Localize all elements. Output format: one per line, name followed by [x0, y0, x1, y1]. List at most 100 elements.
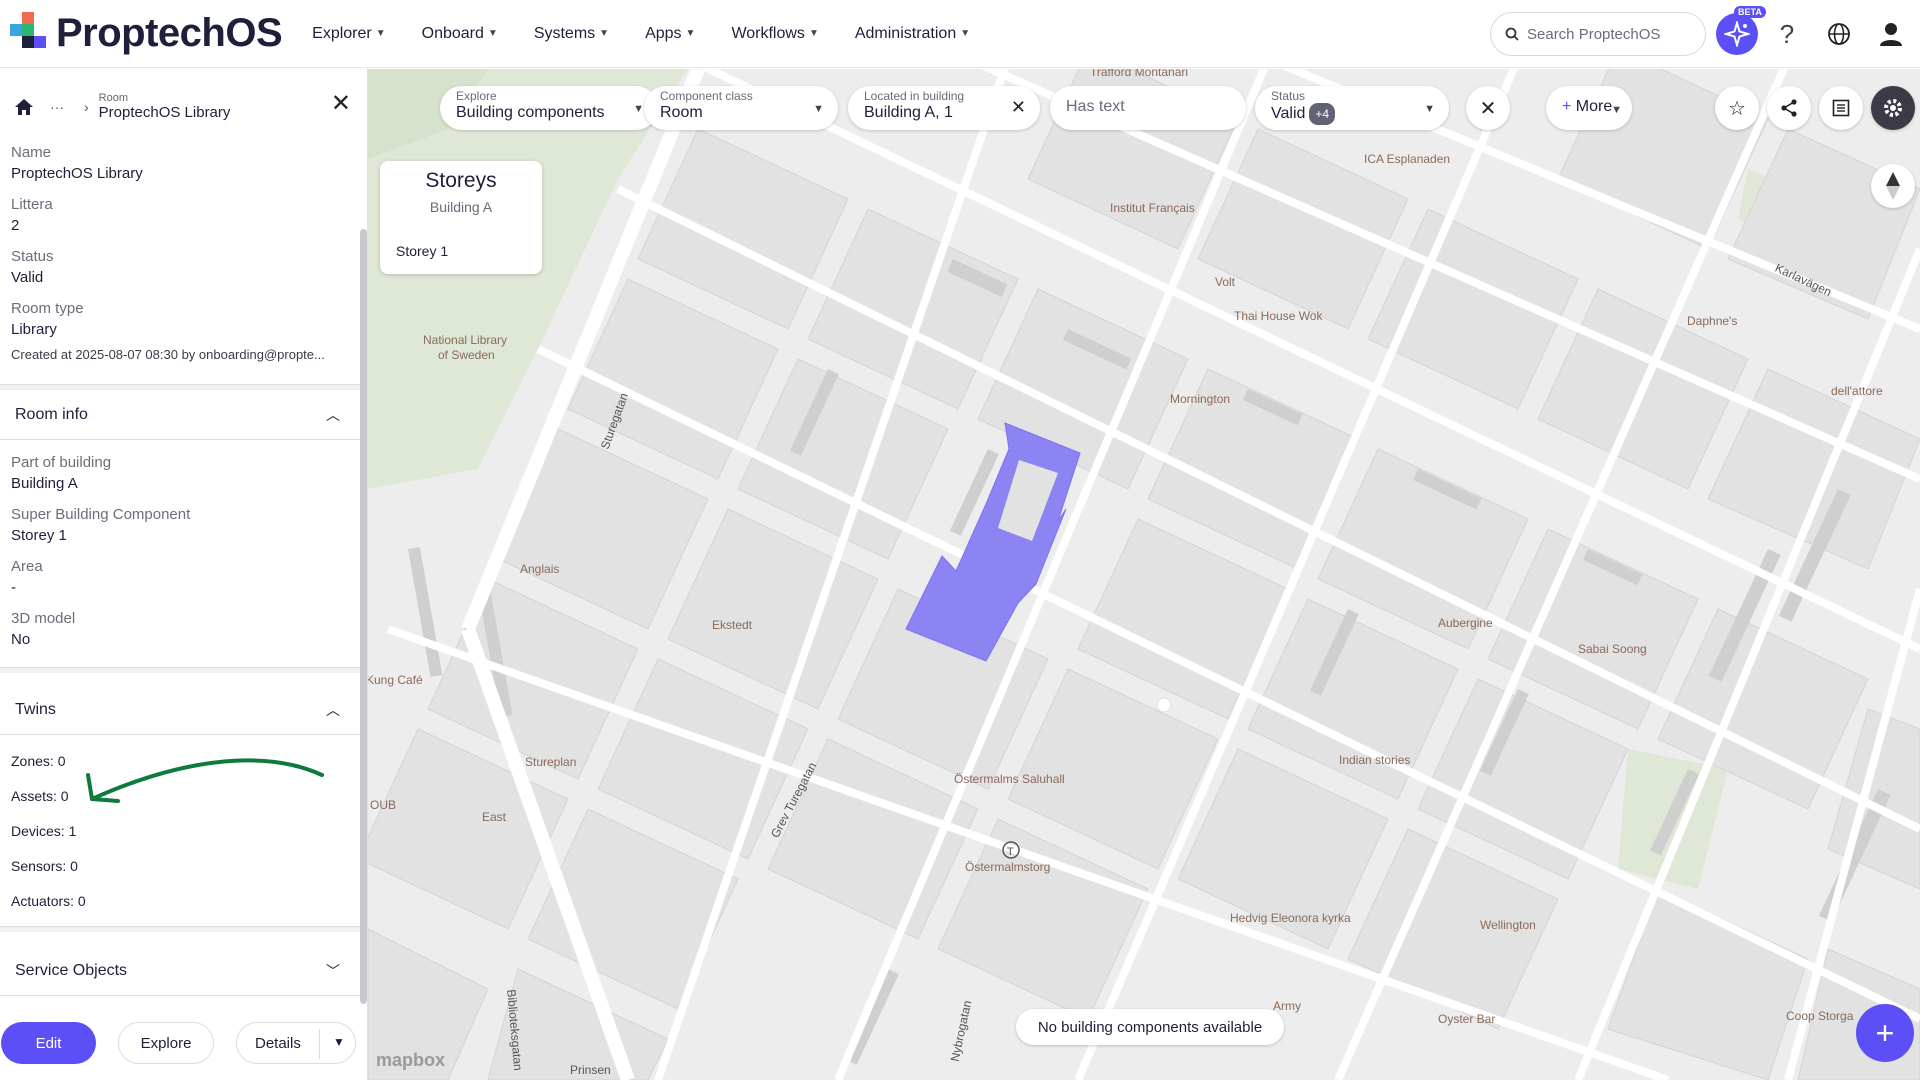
twin-sensors[interactable]: Sensors: 0	[11, 858, 78, 874]
filter-value-wrap: Valid +4	[1271, 103, 1433, 125]
field-label: Littera	[11, 196, 53, 213]
proptechos-logo-icon	[10, 11, 46, 48]
poi-label: East	[482, 810, 507, 824]
poi-label: Anglais	[520, 562, 560, 576]
chevron-down-icon: ﹀	[326, 963, 340, 979]
field-label: Room type	[11, 300, 84, 317]
located-in-building-filter[interactable]: Located in building Building A, 1 ✕	[848, 86, 1040, 130]
chevron-down-icon: ▼	[808, 28, 819, 39]
chevron-up-icon: ︿	[326, 702, 340, 718]
breadcrumb-ellipsis[interactable]: ···	[50, 99, 64, 115]
twins-header[interactable]: Twins ︿	[0, 684, 360, 736]
twin-devices[interactable]: Devices: 1	[11, 823, 76, 839]
nav-onboard[interactable]: Onboard ▼	[422, 25, 498, 43]
details-label: Details	[255, 1034, 301, 1052]
nav-workflows[interactable]: Workflows ▼	[731, 25, 818, 43]
field-value: Library	[11, 321, 57, 338]
account-button[interactable]	[1870, 13, 1912, 55]
chevron-down-icon: ▼	[685, 28, 696, 39]
share-button[interactable]	[1767, 86, 1811, 130]
poi-label: Östermalms Saluhall	[954, 772, 1065, 786]
plus-icon: +	[1875, 1014, 1895, 1051]
poi-label: Kung Café	[368, 673, 423, 687]
chevron-up-icon: ︿	[326, 407, 340, 423]
chevron-right-icon: ›	[84, 99, 89, 115]
favorite-button[interactable]: ☆	[1715, 86, 1759, 130]
app-logo[interactable]: ProptechOS	[6, 11, 283, 56]
clear-filters-button[interactable]: ✕	[1466, 86, 1510, 130]
nav-administration[interactable]: Administration ▼	[855, 25, 970, 43]
poi-label: Trafford Montanari	[1090, 69, 1189, 79]
language-button[interactable]	[1818, 13, 1860, 55]
nav-explorer[interactable]: Explorer ▼	[312, 25, 385, 43]
compass-button[interactable]	[1871, 164, 1915, 208]
main-nav: Explorer ▼ Onboard ▼ Systems ▼ Apps ▼ Workfl…	[312, 25, 1006, 43]
filter-label: Located in building	[864, 89, 965, 103]
storeys-title: Storeys	[425, 169, 497, 192]
clear-icon[interactable]: ✕	[1011, 97, 1026, 118]
plus-icon: +	[1562, 98, 1576, 115]
search-box	[1490, 12, 1706, 56]
more-wrap: + More	[1562, 97, 1616, 117]
created-info: Created at 2025-08-07 08:30 by onboardin…	[11, 347, 325, 362]
section-title: Room info	[15, 406, 88, 423]
service-objects-header[interactable]: Service Objects ﹀	[0, 945, 360, 997]
home-icon[interactable]	[14, 97, 34, 117]
breadcrumb-title: ProptechOS Library	[98, 104, 231, 121]
close-panel-button[interactable]: ✕	[331, 89, 351, 118]
filter-label: Status	[1271, 89, 1306, 103]
twin-assets[interactable]: Assets: 0	[11, 788, 69, 804]
poi-label: Thai House Wok	[1234, 309, 1323, 323]
field-value: -	[11, 579, 16, 596]
explore-button[interactable]: Explore	[118, 1022, 214, 1064]
more-filters-button[interactable]: + More ▼	[1546, 86, 1632, 130]
count-badge: +4	[1309, 103, 1336, 125]
poi-label: Hedvig Eleonora kyrka	[1230, 911, 1351, 925]
help-icon: ?	[1779, 18, 1795, 49]
breadcrumb-type: Room	[98, 92, 129, 104]
nav-apps[interactable]: Apps ▼	[645, 25, 695, 43]
list-icon	[1832, 99, 1850, 117]
field-3d-model: 3D model No	[11, 610, 75, 648]
status-filter[interactable]: Status Valid +4 ▼	[1255, 86, 1449, 130]
field-area: Area -	[11, 558, 43, 596]
nav-systems[interactable]: Systems ▼	[534, 25, 609, 43]
caret-down-icon[interactable]: ▼	[333, 1035, 345, 1049]
poi-label: dell'attore	[1831, 384, 1883, 398]
breadcrumb: ··· › Room ProptechOS Library	[14, 87, 354, 127]
edit-button[interactable]: Edit	[1, 1022, 96, 1064]
has-text-filter[interactable]: Has text	[1050, 86, 1246, 130]
twin-zones[interactable]: Zones: 0	[11, 753, 65, 769]
sparkle-icon	[1724, 21, 1750, 47]
nav-label: Administration	[854, 24, 957, 42]
poi-label: National Library	[423, 333, 508, 347]
map-view[interactable]: T Trafford Montanari ICA Esplanaden Inst…	[368, 69, 1920, 1080]
field-label: Name	[11, 144, 52, 161]
add-button[interactable]: +	[1856, 1004, 1914, 1062]
component-class-filter[interactable]: Component class Room ▼	[644, 86, 838, 130]
room-info-header[interactable]: Room info ︿	[0, 389, 360, 441]
divider	[0, 926, 360, 932]
storey-item[interactable]: Storey 1	[396, 243, 448, 259]
panel-scrollbar[interactable]	[360, 229, 367, 1004]
storeys-card: Storeys Building A Storey 1	[380, 161, 542, 274]
top-bar: ProptechOS Explorer ▼ Onboard ▼ Systems ▼ A…	[0, 0, 1920, 68]
twin-actuators[interactable]: Actuators: 0	[11, 893, 86, 909]
field-value: Valid	[11, 269, 44, 286]
settings-button[interactable]	[1871, 86, 1915, 130]
filter-value: Building components	[456, 104, 605, 121]
help-button[interactable]: ?	[1766, 13, 1808, 55]
list-view-button[interactable]	[1819, 86, 1863, 130]
poi-label: Institut Français	[1110, 201, 1195, 215]
ai-assistant-button[interactable]	[1716, 13, 1758, 55]
explore-filter[interactable]: Explore Building components ▼	[440, 86, 658, 130]
nav-label: Explorer	[312, 24, 372, 42]
poi-label: Coop Storga	[1786, 1009, 1854, 1023]
filter-label: Explore	[456, 89, 497, 103]
share-icon	[1781, 99, 1797, 117]
chevron-down-icon: ▼	[487, 28, 498, 39]
details-button[interactable]: Details ▼	[236, 1022, 356, 1064]
divider	[0, 439, 360, 440]
search-input[interactable]	[1527, 25, 1687, 43]
mapbox-logo[interactable]: mapbox	[376, 1050, 445, 1071]
